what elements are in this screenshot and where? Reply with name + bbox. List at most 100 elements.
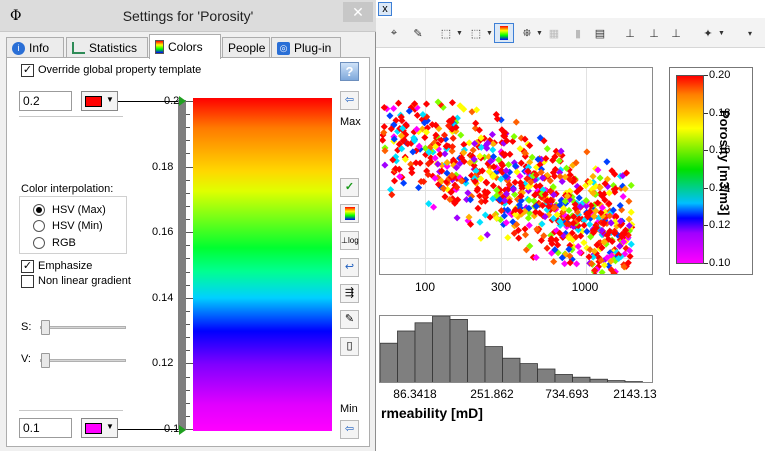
- color-gradient-bar[interactable]: [193, 98, 332, 431]
- max-color-picker[interactable]: ▼: [81, 91, 118, 111]
- apply-check-icon[interactable]: ✓: [340, 178, 359, 197]
- ruler-tick: [186, 415, 190, 417]
- help-button[interactable]: ?: [340, 62, 359, 81]
- tab-people[interactable]: People: [222, 37, 270, 58]
- scatter-point: [504, 234, 512, 242]
- min-color-swatch: [85, 423, 102, 434]
- ruler-tick: [186, 245, 190, 247]
- scatter-point: [387, 186, 395, 194]
- saturation-slider-track[interactable]: [40, 326, 126, 329]
- tab-plugin[interactable]: ◎ Plug-in: [271, 37, 341, 58]
- max-value-input[interactable]: [19, 91, 72, 111]
- scatter-point: [453, 214, 461, 222]
- scatter-point: [605, 189, 613, 197]
- scatter-point: [448, 99, 456, 107]
- nonlinear-checkbox[interactable]: [21, 275, 34, 288]
- color-scheme-icon[interactable]: ᪥: [517, 23, 537, 43]
- ruler-label: 0.2: [164, 95, 180, 107]
- dialog-titlebar[interactable]: Φ Settings for 'Porosity' ✕: [0, 0, 376, 32]
- ruler-tick: [186, 140, 190, 142]
- histogram-bar: [397, 330, 416, 382]
- min-color-picker[interactable]: ▼: [81, 418, 118, 438]
- ruler-tick: [186, 297, 193, 299]
- app-toolbar: ⌖ ✎ ⬚ ▼ ⬚ ▼ ᪥ ▼ ▦ ▮ ▤ ⊥ ⊥ ⊥ ✦ ▼ ▾: [376, 18, 765, 48]
- histogram-area[interactable]: [379, 315, 653, 383]
- histogram-lin-icon[interactable]: ⊥: [644, 23, 664, 43]
- scatter-point: [543, 244, 551, 252]
- divider: [19, 116, 123, 117]
- flip-icon[interactable]: ↩: [340, 258, 359, 277]
- tab-info[interactable]: i Info: [6, 37, 64, 58]
- histogram-x-tick: 2143.13: [613, 387, 657, 401]
- radio-hsv-min[interactable]: [33, 220, 45, 232]
- histogram-bar: [449, 319, 468, 382]
- crossplot-x-tick: 100: [414, 280, 436, 294]
- value-ruler[interactable]: [178, 100, 186, 430]
- emphasize-checkbox[interactable]: ✓: [21, 260, 34, 273]
- scatter-point: [477, 234, 485, 242]
- radio-hsv-max[interactable]: [33, 204, 45, 216]
- log-scale-icon[interactable]: ⊥log: [340, 231, 359, 250]
- scatter-point: [627, 208, 635, 216]
- tab-colors[interactable]: Colors: [149, 34, 221, 59]
- grid-disabled-icon[interactable]: ▦: [544, 23, 564, 43]
- blank-page-icon[interactable]: ▯: [340, 337, 359, 356]
- min-marker-handle[interactable]: [179, 425, 186, 435]
- tab-statistics[interactable]: Statistics: [66, 37, 148, 58]
- overflow-chevron-icon[interactable]: ▾: [740, 23, 760, 43]
- select-box-icon[interactable]: ⬚: [436, 23, 456, 43]
- value-slider-track[interactable]: [40, 359, 126, 362]
- s-label: S:: [21, 321, 32, 333]
- crosshair-icon[interactable]: ⌖: [384, 23, 404, 43]
- scatter-point: [561, 260, 569, 268]
- tab-label: Plug-in: [294, 41, 332, 55]
- edit-colors-icon[interactable]: ✎: [340, 310, 359, 329]
- radio-label: HSV (Max): [52, 204, 106, 216]
- ruler-tick: [186, 101, 193, 102]
- menu-fragment[interactable]: x: [378, 2, 392, 16]
- ruler-tick: [186, 376, 190, 378]
- set-max-arrow-icon[interactable]: ⇦: [340, 91, 359, 110]
- scatter-point: [488, 130, 496, 139]
- close-button[interactable]: ✕: [343, 2, 373, 22]
- color-legend-icon[interactable]: [494, 23, 514, 43]
- max-marker-handle[interactable]: [179, 96, 186, 106]
- histogram-bar: [589, 378, 608, 382]
- saturation-slider-thumb[interactable]: [41, 320, 50, 335]
- legend-tick: [704, 263, 708, 264]
- override-checkbox[interactable]: ✓: [21, 64, 34, 77]
- histogram-log-icon[interactable]: ⊥: [620, 23, 640, 43]
- scatter-point: [596, 174, 604, 182]
- pencil-icon[interactable]: ✎: [408, 23, 428, 43]
- scatter-point: [381, 161, 389, 169]
- divider: [19, 410, 123, 411]
- scatter-point: [457, 131, 465, 139]
- ruler-tick: [186, 363, 193, 365]
- radio-rgb[interactable]: [33, 237, 45, 249]
- histogram-alt-icon[interactable]: ⊥: [666, 23, 686, 43]
- scatter-point: [509, 186, 517, 194]
- ruler-tick: [186, 337, 190, 339]
- scatter-point: [625, 197, 633, 205]
- set-min-arrow-icon[interactable]: ⇦: [340, 420, 359, 439]
- ruler-tick: [186, 114, 190, 116]
- ruler-label: 0.16: [152, 226, 174, 239]
- legend-tick: [704, 75, 708, 76]
- scatter-point: [543, 145, 551, 153]
- tab-label: Colors: [168, 40, 203, 54]
- settings-dropdown-icon[interactable]: ✦: [698, 23, 718, 43]
- palette-icon[interactable]: ▤: [590, 23, 610, 43]
- min-value-input[interactable]: [19, 418, 72, 438]
- bar-disabled-icon[interactable]: ▮: [568, 23, 588, 43]
- crossplot-area[interactable]: [379, 67, 653, 275]
- lasso-icon[interactable]: ⬚: [466, 23, 486, 43]
- ruler-label: 0.14: [152, 291, 174, 304]
- value-slider-thumb[interactable]: [41, 353, 50, 368]
- copy-colors-icon[interactable]: ⇶: [340, 284, 359, 303]
- tab-label: Statistics: [89, 41, 138, 55]
- color-table-icon[interactable]: [340, 204, 359, 223]
- max-label: Max: [340, 116, 361, 128]
- info-icon: i: [12, 41, 25, 55]
- ruler-tick: [186, 284, 190, 286]
- ruler-tick: [186, 127, 190, 129]
